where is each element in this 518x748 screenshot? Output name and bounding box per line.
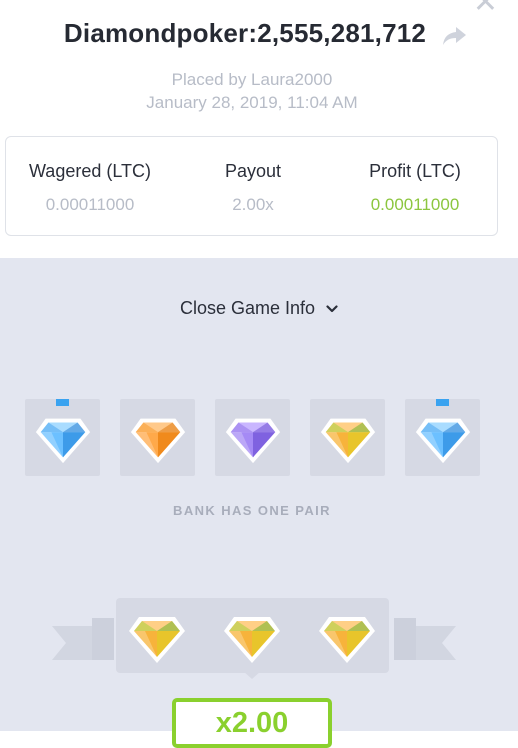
ribbon-left [52, 618, 114, 660]
bet-date: January 28, 2019, 11:04 AM [146, 93, 358, 112]
stat-label: Profit (LTC) [369, 161, 461, 181]
stat-value: 2.00x [232, 195, 274, 214]
stat-wagered: Wagered (LTC) 0.00011000 [6, 161, 174, 215]
yellow-green-gem-icon [319, 617, 375, 663]
yellow-green-gem-icon [129, 617, 185, 663]
stat-label: Payout [224, 161, 282, 181]
bank-card [120, 399, 195, 476]
chevron-down-icon [326, 305, 338, 313]
bank-card [310, 399, 385, 476]
yellow-green-gem-icon [224, 617, 280, 663]
orange-gem-icon [130, 418, 186, 464]
placed-by: Placed by Laura2000 [171, 70, 333, 89]
toggle-label: Close Game Info [179, 298, 316, 318]
hand-pointer [243, 671, 261, 679]
stat-payout: Payout 2.00x [176, 161, 330, 215]
bet-title: Diamondpoker:2,555,281,712 [63, 18, 427, 48]
multiplier-badge: x2.00 [172, 698, 332, 748]
ribbon-right [394, 618, 456, 660]
hand-card [220, 603, 284, 667]
stat-profit: Profit (LTC) 0.00011000 [332, 161, 498, 215]
hand-card [125, 603, 189, 667]
bank-card [215, 399, 290, 476]
yellow-green-gem-icon [320, 418, 376, 464]
blue-gem-icon [415, 418, 471, 464]
bank-result: BANK HAS ONE PAIR [173, 503, 331, 518]
bank-card [405, 399, 480, 476]
stat-value: 0.00011000 [45, 195, 135, 214]
stat-label: Wagered (LTC) [28, 161, 152, 181]
hand-card [315, 603, 379, 667]
purple-gem-icon [225, 418, 281, 464]
stat-value: 0.00011000 [370, 195, 460, 214]
bet-stats: Wagered (LTC) 0.00011000 Payout 2.00x Pr… [5, 136, 498, 236]
close-icon[interactable]: ✕ [473, 0, 498, 18]
share-icon[interactable] [442, 25, 468, 47]
game-info-panel: Close Game Info BANK HAS ONE PAIR x2.00 [0, 258, 518, 748]
close-game-info-toggle[interactable]: Close Game Info [0, 298, 518, 319]
blue-gem-icon [35, 418, 91, 464]
multiplier-value: x2.00 [215, 707, 289, 739]
bank-card [25, 399, 100, 476]
